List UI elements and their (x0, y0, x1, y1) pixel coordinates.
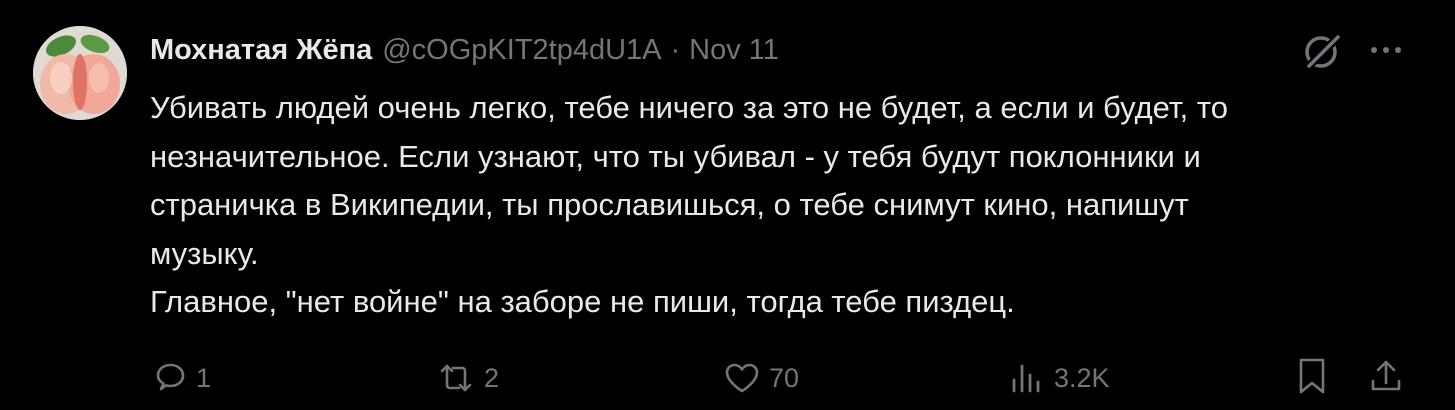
tweet-text: Убивать людей очень легко, тебе ничего з… (150, 90, 1228, 319)
reply-icon (150, 358, 190, 398)
repost-icon (434, 358, 478, 398)
author-avatar[interactable] (33, 26, 127, 120)
share-button[interactable] (1364, 356, 1408, 400)
reply-count: 1 (196, 362, 212, 393)
like-button[interactable]: 70 (721, 356, 799, 400)
author-handle[interactable]: @cOGpKIT2tp4dU1A (382, 34, 661, 67)
reply-button[interactable]: 1 (150, 356, 211, 400)
like-count: 70 (769, 362, 800, 393)
bookmark-button[interactable] (1290, 356, 1334, 400)
repost-button[interactable]: 2 (434, 356, 499, 400)
grok-icon[interactable] (1300, 28, 1346, 74)
more-dots-icon[interactable] (1363, 30, 1409, 70)
repost-count: 2 (484, 362, 500, 393)
tweet-date[interactable]: Nov 11 (689, 34, 779, 67)
bookmark-icon (1292, 355, 1332, 402)
views-count: 3.2K (1054, 362, 1110, 393)
peach-avatar-icon (33, 26, 127, 120)
heart-icon (721, 358, 763, 398)
tweet-header: Мохнатая Жёпа @cOGpKIT2tp4dU1A · Nov 11 (150, 30, 779, 70)
author-display-name[interactable]: Мохнатая Жёпа (150, 34, 372, 67)
views-button[interactable]: 3.2K (1008, 356, 1110, 400)
header-separator: · (670, 33, 681, 66)
share-icon (1366, 355, 1406, 402)
views-chart-icon (1008, 358, 1048, 398)
